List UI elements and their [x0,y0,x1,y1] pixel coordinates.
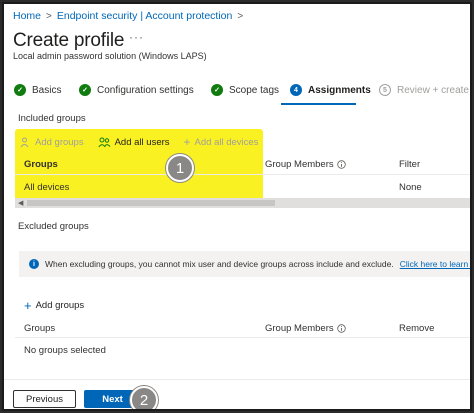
page-title: Create profile [13,30,125,51]
header-divider [15,174,470,175]
header-divider [15,337,470,338]
scrollbar-thumb[interactable] [27,200,275,206]
active-step-indicator [281,103,356,105]
breadcrumb: Home > Endpoint security | Account prote… [13,10,243,22]
step-label: Configuration settings [97,84,194,96]
add-all-users-label: Add all users [114,136,170,148]
breadcrumb-separator: > [237,10,244,22]
step-review-create[interactable]: 5 Review + create [379,84,469,96]
page-subtitle: Local admin password solution (Windows L… [13,51,207,61]
group-members-label: Group Members [265,323,334,334]
people-icon [97,137,110,147]
scroll-left-icon[interactable]: ◀ [18,199,23,207]
previous-button[interactable]: Previous [13,390,76,408]
excluded-groups-title: Excluded groups [18,221,89,232]
create-profile-window: Home > Endpoint security | Account prote… [2,2,472,411]
add-groups-label: Add groups [35,300,85,311]
info-icon[interactable] [336,324,346,333]
column-header-group-members[interactable]: Group Members [265,323,346,334]
step-scope-tags[interactable]: ✓ Scope tags [211,84,279,96]
callout-marker-2: 2 [130,386,158,409]
exclusion-info-banner: i When excluding groups, you cannot mix … [19,251,470,277]
add-all-devices-label: Add all devices [194,136,259,148]
check-icon: ✓ [211,84,223,96]
learn-more-link[interactable]: Click here to learn more abo [400,259,470,269]
breadcrumb-endpoint-security[interactable]: Endpoint security | Account protection [57,10,233,22]
step-basics[interactable]: ✓ Basics [14,84,61,96]
column-header-groups[interactable]: Groups [24,159,58,170]
included-groups-title: Included groups [18,113,86,124]
column-header-group-members[interactable]: Group Members [265,159,346,170]
breadcrumb-separator: > [46,10,52,22]
exclusion-info-text: When excluding groups, you cannot mix us… [45,259,394,269]
footer-divider [4,379,470,380]
person-add-icon [20,137,29,147]
group-members-label: Group Members [265,159,334,170]
step-label: Review + create [397,84,469,96]
column-header-filter[interactable]: Filter [399,159,420,170]
empty-state-text: No groups selected [24,345,106,356]
info-icon[interactable] [336,160,346,169]
add-groups-button[interactable]: Add groups [20,137,84,148]
horizontal-scrollbar[interactable]: ◀ [15,198,470,208]
plus-icon: + [24,298,32,313]
column-header-remove[interactable]: Remove [399,323,434,334]
add-all-users-button[interactable]: Add all users [97,136,170,148]
callout-marker-1: 1 [166,154,194,182]
info-icon: i [29,259,39,269]
add-excluded-groups-button[interactable]: + Add groups [24,298,84,313]
excluded-command-bar: + Add groups [24,298,84,313]
step-label: Scope tags [229,84,280,96]
check-icon: ✓ [14,84,26,96]
plus-icon: + [183,135,191,149]
included-group-filter[interactable]: None [399,182,422,193]
included-group-name[interactable]: All devices [24,182,69,193]
step-configuration-settings[interactable]: ✓ Configuration settings [79,84,194,96]
step-number-badge: 5 [379,84,391,96]
check-icon: ✓ [79,84,91,96]
included-command-bar: Add groups Add all users + Add all devic… [20,135,258,149]
add-groups-label: Add groups [35,136,84,148]
more-options-button[interactable]: ··· [129,30,144,44]
step-label: Basics [32,84,62,96]
step-number-badge: 4 [290,84,302,96]
column-header-groups[interactable]: Groups [24,323,55,334]
step-label: Assignments [308,84,371,96]
add-all-devices-button[interactable]: + Add all devices [184,135,259,149]
breadcrumb-home[interactable]: Home [13,10,41,22]
step-assignments[interactable]: 4 Assignments [290,84,371,96]
